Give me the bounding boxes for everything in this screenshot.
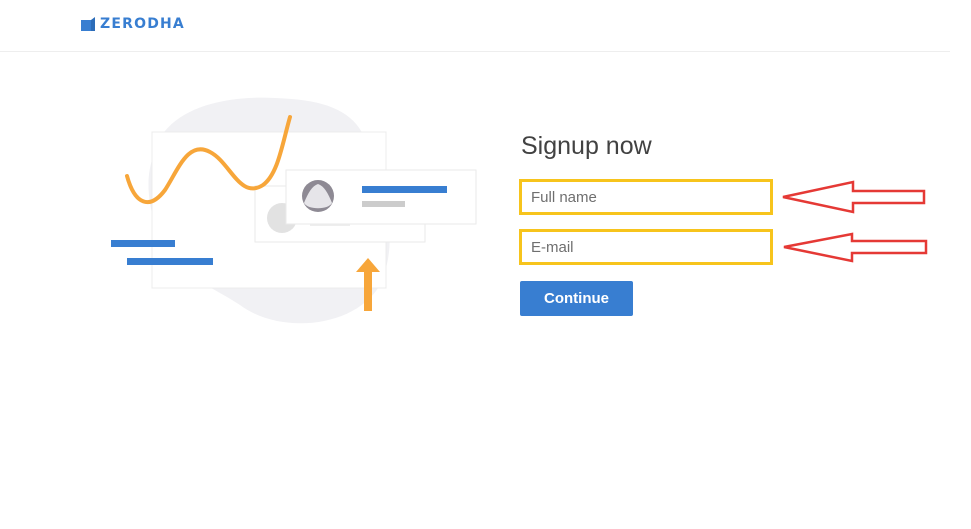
blue-bar (111, 240, 175, 247)
left-arrow-icon (782, 180, 926, 214)
email-field (519, 229, 773, 265)
signup-page: ZERODHA Signup now Continue (0, 0, 971, 529)
zerodha-logo[interactable]: ZERODHA (81, 17, 185, 31)
full-name-field (519, 179, 773, 215)
zerodha-logo-icon (81, 17, 95, 31)
continue-button[interactable]: Continue (520, 281, 633, 316)
left-arrow-icon (783, 232, 928, 263)
top-header: ZERODHA (0, 0, 950, 52)
brand-name: ZERODHA (100, 16, 185, 32)
blue-bar (127, 258, 213, 265)
signup-illustration (111, 97, 477, 324)
full-name-input[interactable] (522, 182, 770, 212)
email-input[interactable] (522, 232, 770, 262)
page-title: Signup now (521, 132, 652, 160)
